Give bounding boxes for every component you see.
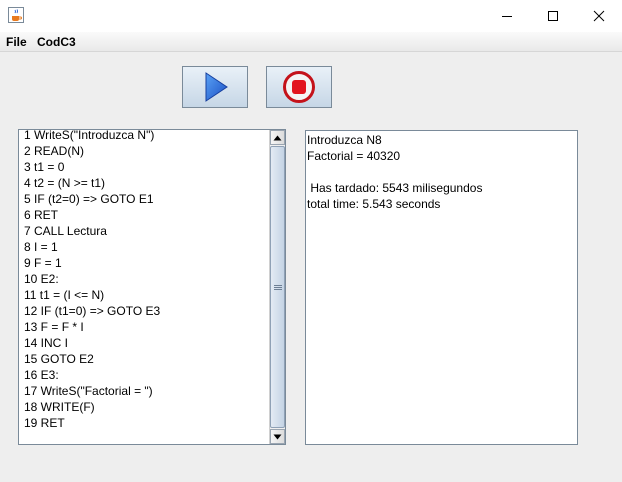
code-line: 10 E2: xyxy=(24,272,59,286)
stop-button[interactable] xyxy=(266,66,332,108)
code-line: 15 GOTO E2 xyxy=(24,352,94,366)
code-editor[interactable]: 1 WriteS("Introduzca N") 2 READ(N) 3 t1 = … xyxy=(18,129,286,445)
code-line: 8 I = 1 xyxy=(24,240,58,254)
code-line: 12 IF (t1=0) => GOTO E3 xyxy=(24,304,161,318)
code-line: 7 CALL Lectura xyxy=(24,224,107,238)
maximize-button[interactable] xyxy=(530,0,576,32)
minimize-icon xyxy=(502,16,512,17)
code-line: 14 INC I xyxy=(24,336,69,350)
title-bar xyxy=(0,0,622,32)
code-line: 11 t1 = (I <= N) xyxy=(24,288,105,302)
scroll-up-button[interactable] xyxy=(270,130,285,145)
output-line: Has tardado: 5543 milisegundos xyxy=(307,181,483,195)
vertical-scrollbar[interactable] xyxy=(269,130,285,444)
minimize-button[interactable] xyxy=(484,0,530,32)
code-line: 5 IF (t2=0) => GOTO E1 xyxy=(24,192,154,206)
run-button[interactable] xyxy=(182,66,248,108)
stop-icon xyxy=(283,71,315,103)
code-line: 19 RET xyxy=(24,416,65,430)
maximize-icon xyxy=(548,11,558,21)
close-icon xyxy=(593,10,605,22)
scroll-down-button[interactable] xyxy=(270,429,285,444)
output-console[interactable]: Introduzca N8 Factorial = 40320 Has tarda… xyxy=(305,130,578,445)
code-line: 3 t1 = 0 xyxy=(24,160,65,174)
play-icon xyxy=(205,72,228,102)
output-line: total time: 5.543 seconds xyxy=(307,197,441,211)
grip-line xyxy=(274,289,282,290)
code-line: 9 F = 1 xyxy=(24,256,62,270)
grip-line xyxy=(274,285,282,286)
grip-line xyxy=(274,287,282,288)
code-line: 1 WriteS("Introduzca N") xyxy=(24,129,155,142)
code-line: 13 F = F * I xyxy=(24,320,84,334)
output-line: Factorial = 40320 xyxy=(307,149,401,163)
menu-file[interactable]: File xyxy=(6,35,27,49)
arrow-up-icon xyxy=(273,135,282,140)
code-line: 2 READ(N) xyxy=(24,144,85,158)
output-lines: Introduzca N8 Factorial = 40320 Has tarda… xyxy=(307,132,482,212)
close-button[interactable] xyxy=(576,0,622,32)
output-line: Introduzca N8 xyxy=(307,133,382,147)
code-line: 17 WriteS("Factorial = ") xyxy=(24,384,153,398)
code-line: 16 E3: xyxy=(24,368,59,382)
scroll-thumb[interactable] xyxy=(270,146,285,428)
code-line: 4 t2 = (N >= t1) xyxy=(24,176,106,190)
code-line: 6 RET xyxy=(24,208,59,222)
code-lines: 1 WriteS("Introduzca N") 2 READ(N) 3 t1 = … xyxy=(24,129,269,431)
menu-bar: File CodC3 xyxy=(0,32,622,52)
arrow-down-icon xyxy=(273,434,282,439)
java-cup-icon[interactable] xyxy=(8,7,24,23)
code-line: 18 WRITE(F) xyxy=(24,400,95,414)
menu-codc3[interactable]: CodC3 xyxy=(37,35,76,49)
